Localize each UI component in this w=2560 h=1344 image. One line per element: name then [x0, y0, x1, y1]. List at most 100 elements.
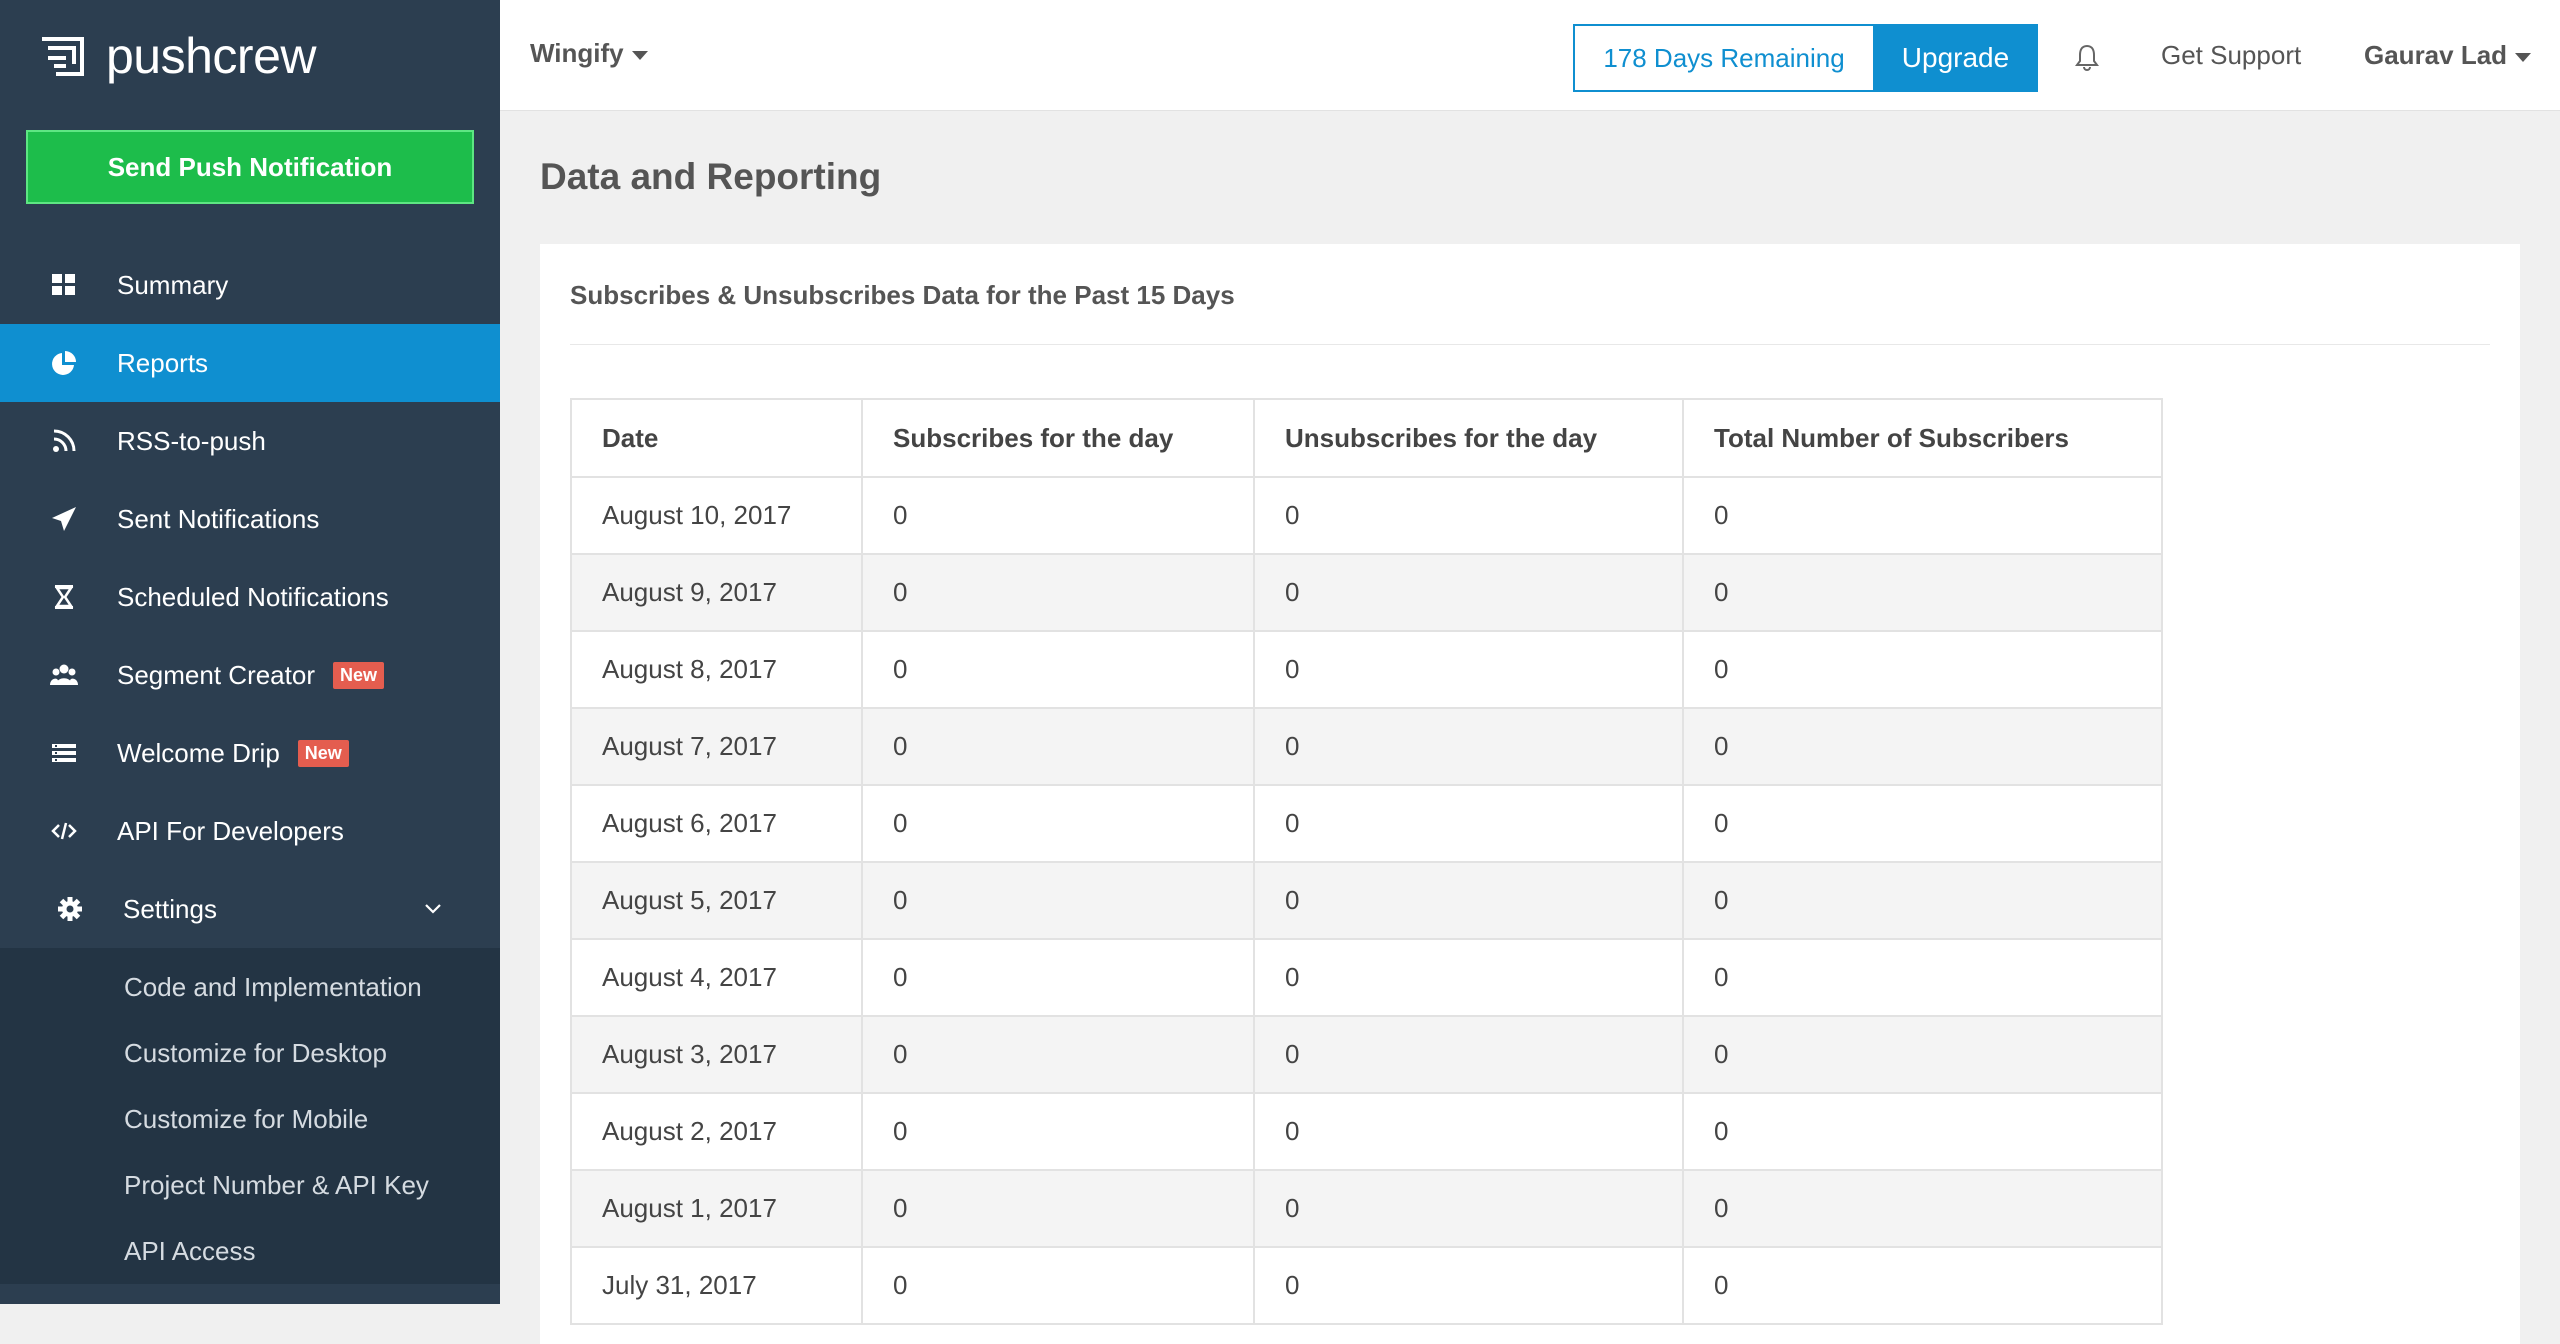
cell-subscribes: 0 [861, 1246, 1255, 1325]
table-row: August 6, 2017 0 0 0 [570, 784, 2163, 863]
cell-unsubscribes: 0 [1253, 861, 1684, 940]
table-row: August 10, 2017 0 0 0 [570, 476, 2163, 555]
cell-subscribes: 0 [861, 476, 1255, 555]
get-support-link[interactable]: Get Support [2161, 40, 2301, 71]
bell-icon[interactable] [2072, 42, 2102, 72]
sidebar-item-api-for-developers[interactable]: API For Developers [0, 792, 500, 870]
sidebar-nav: Summary Reports RSS-to-push Sent Notific… [0, 246, 500, 1284]
sidebar-item-reports[interactable]: Reports [0, 324, 500, 402]
send-push-notification-button[interactable]: Send Push Notification [26, 130, 474, 204]
sidebar-item-summary[interactable]: Summary [0, 246, 500, 324]
cell-subscribes: 0 [861, 1169, 1255, 1248]
report-panel: Subscribes & Unsubscribes Data for the P… [540, 244, 2520, 1344]
sidebar-item-label: API For Developers [117, 815, 344, 846]
page-title: Data and Reporting [540, 156, 882, 197]
sidebar-item-label: Settings [123, 893, 217, 924]
cell-total-subscribers: 0 [1682, 1092, 2163, 1171]
cell-unsubscribes: 0 [1253, 707, 1684, 786]
table-row: August 4, 2017 0 0 0 [570, 938, 2163, 1017]
table-row: August 5, 2017 0 0 0 [570, 861, 2163, 940]
cell-total-subscribers: 0 [1682, 784, 2163, 863]
sidebar-item-welcome-drip[interactable]: Welcome Drip New [0, 714, 500, 792]
rss-icon [50, 427, 78, 455]
caret-down-icon [2515, 52, 2532, 62]
cell-date: August 1, 2017 [570, 1169, 863, 1248]
cell-unsubscribes: 0 [1253, 938, 1684, 1017]
chevron-down-icon[interactable] [424, 900, 442, 918]
cell-date: August 5, 2017 [570, 861, 863, 940]
sidebar-item-sent-notifications[interactable]: Sent Notifications [0, 480, 500, 558]
cell-date: August 7, 2017 [570, 707, 863, 786]
sidebar-item-segment-creator[interactable]: Segment Creator New [0, 636, 500, 714]
account-switcher[interactable]: Wingify [530, 38, 648, 69]
list-icon [50, 739, 78, 767]
table-row: July 31, 2017 0 0 0 [570, 1246, 2163, 1325]
sidebar-item-rss-to-push[interactable]: RSS-to-push [0, 402, 500, 480]
settings-subitem-code-and-implementation[interactable]: Code and Implementation [0, 954, 500, 1020]
upgrade-button[interactable]: Upgrade [1873, 24, 2038, 92]
sidebar-item-label: Reports [117, 347, 209, 378]
cell-subscribes: 0 [861, 630, 1255, 709]
cell-unsubscribes: 0 [1253, 630, 1684, 709]
cell-unsubscribes: 0 [1253, 784, 1684, 863]
cell-total-subscribers: 0 [1682, 938, 2163, 1017]
cell-unsubscribes: 0 [1253, 476, 1684, 555]
cell-unsubscribes: 0 [1253, 553, 1684, 632]
sidebar-item-label: Sent Notifications [117, 503, 320, 534]
table-row: August 1, 2017 0 0 0 [570, 1169, 2163, 1248]
dashboard-icon [50, 271, 78, 299]
sidebar-item-label: RSS-to-push [117, 425, 266, 456]
cell-subscribes: 0 [861, 553, 1255, 632]
new-badge: New [297, 739, 349, 767]
settings-subitem-project-number-api-key[interactable]: Project Number & API Key [0, 1152, 500, 1218]
cell-subscribes: 0 [861, 1092, 1255, 1171]
brand-logo[interactable]: pushcrew [38, 26, 317, 86]
user-menu[interactable]: Gaurav Lad [2364, 40, 2532, 71]
table-row: August 9, 2017 0 0 0 [570, 553, 2163, 632]
divider [570, 344, 2490, 345]
settings-subitem-customize-for-desktop[interactable]: Customize for Desktop [0, 1020, 500, 1086]
table-header-row: Date Subscribes for the day Unsubscribes… [570, 398, 2163, 478]
cell-unsubscribes: 0 [1253, 1092, 1684, 1171]
sidebar-item-settings[interactable]: Settings [0, 870, 500, 948]
cell-total-subscribers: 0 [1682, 1246, 2163, 1325]
settings-subitem-customize-for-mobile[interactable]: Customize for Mobile [0, 1086, 500, 1152]
cell-date: August 2, 2017 [570, 1092, 863, 1171]
cell-total-subscribers: 0 [1682, 630, 2163, 709]
cell-total-subscribers: 0 [1682, 861, 2163, 940]
table-body: August 10, 2017 0 0 0 August 9, 2017 0 0 0 Augus… [570, 476, 2163, 1325]
cell-subscribes: 0 [861, 1015, 1255, 1094]
days-remaining-badge[interactable]: 178 Days Remaining [1573, 24, 1875, 92]
pushcrew-logo-icon [42, 37, 84, 76]
settings-subitem-api-access[interactable]: API Access [0, 1218, 500, 1284]
cell-subscribes: 0 [861, 707, 1255, 786]
new-badge: New [332, 661, 384, 689]
sidebar-item-label: Scheduled Notifications [117, 581, 389, 612]
paper-plane-icon [50, 505, 78, 533]
brand-name: pushcrew [106, 28, 317, 84]
sidebar-item-label: Summary [117, 269, 229, 300]
cell-total-subscribers: 0 [1682, 476, 2163, 555]
cell-date: August 10, 2017 [570, 476, 863, 555]
cell-unsubscribes: 0 [1253, 1169, 1684, 1248]
sidebar-item-scheduled-notifications[interactable]: Scheduled Notifications [0, 558, 500, 636]
sidebar: pushcrew Send Push Notification Summary … [0, 0, 500, 1304]
cell-unsubscribes: 0 [1253, 1015, 1684, 1094]
cell-total-subscribers: 0 [1682, 1015, 2163, 1094]
column-header-subscribes: Subscribes for the day [861, 398, 1255, 478]
caret-down-icon [631, 50, 648, 60]
cell-subscribes: 0 [861, 784, 1255, 863]
subscribers-table: Date Subscribes for the day Unsubscribes… [570, 398, 2163, 1325]
hourglass-icon [50, 583, 78, 611]
cell-date: August 3, 2017 [570, 1015, 863, 1094]
settings-submenu: Code and Implementation Customize for De… [0, 948, 500, 1284]
top-bar: Wingify 178 Days Remaining Upgrade Get S… [500, 0, 2560, 111]
cell-total-subscribers: 0 [1682, 553, 2163, 632]
users-icon [50, 661, 78, 689]
panel-title: Subscribes & Unsubscribes Data for the P… [570, 280, 1235, 310]
column-header-total-subscribers: Total Number of Subscribers [1682, 398, 2163, 478]
account-name: Wingify [530, 38, 624, 68]
table-row: August 8, 2017 0 0 0 [570, 630, 2163, 709]
user-name: Gaurav Lad [2364, 40, 2508, 70]
pie-chart-icon [50, 349, 78, 377]
